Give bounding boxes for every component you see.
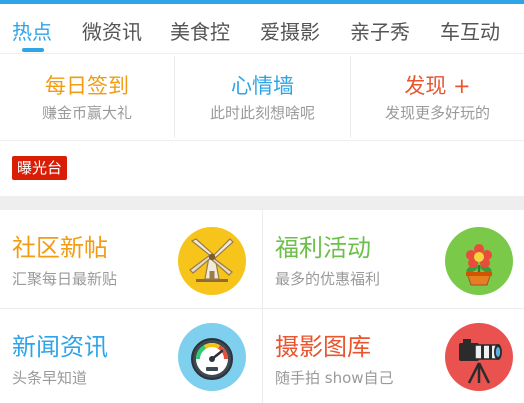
- tab-cars[interactable]: 车互动: [440, 16, 500, 45]
- quick-link-subtitle: 发现更多好玩的: [384, 104, 490, 122]
- tab-parenting[interactable]: 亲子秀: [350, 16, 410, 45]
- exposure-badge[interactable]: 曝光台: [12, 156, 68, 180]
- quick-link-subtitle: 此时此刻想啥呢: [209, 104, 315, 122]
- grid-divider-horizontal: [0, 308, 524, 309]
- card-subtitle: 随手拍 show自己: [275, 369, 394, 387]
- discover-link[interactable]: 发现 + 发现更多好玩的: [351, 54, 524, 140]
- card-title: 社区新帖: [12, 234, 108, 262]
- flower-pot-icon: [445, 227, 513, 295]
- gauge-icon: [178, 323, 246, 391]
- quick-link-subtitle: 赚金币赢大礼: [41, 104, 132, 122]
- card-title: 新闻资讯: [12, 333, 108, 361]
- quick-links: 每日签到 赚金币赢大礼 心情墙 此时此刻想啥呢 发现 + 发现更多好玩的: [0, 54, 524, 140]
- community-posts-card[interactable]: 社区新帖 汇聚每日最新贴: [0, 210, 262, 306]
- quick-links-divider: [0, 140, 524, 141]
- photo-gallery-card[interactable]: 摄影图库 随手拍 show自己: [263, 309, 524, 403]
- grid-divider-vertical: [262, 210, 263, 403]
- tab-photography[interactable]: 爱摄影: [260, 16, 320, 45]
- card-subtitle: 最多的优惠福利: [275, 270, 381, 288]
- tab-micro-news[interactable]: 微资讯: [82, 16, 142, 45]
- active-tab-indicator: [22, 48, 44, 52]
- tab-food[interactable]: 美食控: [170, 16, 230, 45]
- daily-checkin-link[interactable]: 每日签到 赚金币赢大礼: [0, 54, 174, 140]
- card-title: 摄影图库: [275, 333, 371, 361]
- card-subtitle: 汇聚每日最新贴: [12, 270, 118, 288]
- section-gap: [0, 196, 524, 210]
- category-tabs: 热点 微资讯 美食控 爱摄影 亲子秀 车互动: [0, 6, 524, 52]
- news-card[interactable]: 新闻资讯 头条早知道: [0, 309, 262, 403]
- quick-link-title: 心情墙: [231, 74, 294, 98]
- quick-link-title: 每日签到: [45, 74, 129, 98]
- quick-link-title: 发现 +: [404, 74, 471, 98]
- camera-tripod-icon: [445, 323, 513, 391]
- mood-wall-link[interactable]: 心情墙 此时此刻想啥呢: [175, 54, 350, 140]
- welfare-events-card[interactable]: 福利活动 最多的优惠福利: [263, 210, 524, 306]
- card-title: 福利活动: [275, 234, 371, 262]
- windmill-icon: [178, 227, 246, 295]
- top-accent-bar: [0, 0, 524, 4]
- card-subtitle: 头条早知道: [12, 369, 88, 387]
- feature-grid: 社区新帖 汇聚每日最新贴 福利活动 最多的优惠福利 新闻资讯 头条早知道 摄影图…: [0, 210, 524, 403]
- tab-hot[interactable]: 热点: [12, 16, 52, 45]
